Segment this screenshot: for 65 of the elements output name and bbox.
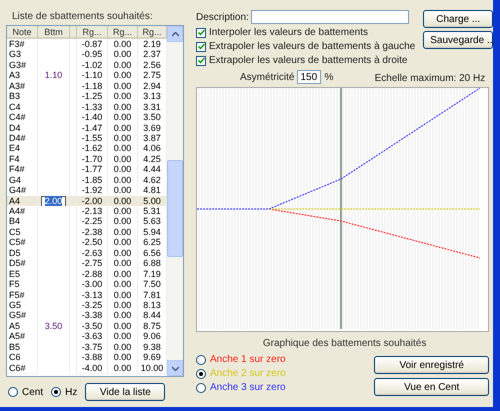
- scroll-down-icon[interactable]: [167, 360, 183, 376]
- table-row[interactable]: F5# -3.13 0.00 7.81: [7, 290, 167, 300]
- table-row[interactable]: C5 -2.38 0.00 5.94: [7, 226, 167, 238]
- unit-radio[interactable]: Cent: [8, 386, 44, 398]
- file-button[interactable]: Charge ...: [423, 10, 494, 28]
- scroll-thumb[interactable]: [167, 160, 183, 257]
- table-row[interactable]: A4# -2.13 0.00 5.31: [7, 206, 167, 216]
- table-row[interactable]: F3# -0.87 0.00 2.19: [7, 39, 167, 50]
- table-row[interactable]: G3 -0.95 0.00 2.37: [7, 49, 167, 60]
- table-row[interactable]: A3# -1.18 0.00 2.94: [7, 80, 167, 92]
- table-row[interactable]: F5 -3.00 0.00 7.50: [7, 279, 167, 290]
- table-row[interactable]: A5# -3.63 0.00 9.06: [7, 331, 167, 342]
- column-header[interactable]: Rg...: [77, 26, 108, 39]
- option-checkbox[interactable]: Extrapoler les valeurs de battements à droite: [196, 55, 416, 66]
- list-title: Liste de sbattements souhaités:: [12, 11, 154, 22]
- table-row[interactable]: E5 -2.88 0.00 7.19: [7, 268, 167, 280]
- table-cell: -4.00: [77, 362, 108, 374]
- table-row[interactable]: G4# -1.92 0.00 4.81: [7, 185, 167, 196]
- table-cell: C6#: [7, 362, 38, 374]
- column-header[interactable]: Rg...: [108, 26, 138, 39]
- view-button[interactable]: Voir enregistré: [374, 356, 490, 374]
- table-row[interactable]: C6 -3.88 0.00 9.69: [7, 352, 167, 363]
- view-button[interactable]: Vue en Cent: [374, 378, 490, 396]
- column-header: [70, 26, 77, 39]
- table-row[interactable]: C4# -1.40 0.00 3.50: [7, 112, 167, 122]
- table-row[interactable]: D4# -1.55 0.00 3.87: [7, 132, 167, 144]
- table-row[interactable]: D5 -2.63 0.00 6.56: [7, 248, 167, 258]
- clear-list-button[interactable]: Vide la liste: [85, 383, 166, 401]
- reed-radio[interactable]: Anche 3 sur zero: [196, 382, 286, 393]
- table-row[interactable]: A3 1.10 -1.10 0.00 2.75: [7, 70, 167, 81]
- asymmetry-field[interactable]: 150: [297, 70, 322, 84]
- table-row[interactable]: B5 -3.75 0.00 9.38: [7, 342, 167, 352]
- unit-radio[interactable]: Hz: [51, 386, 78, 398]
- table-row[interactable]: G5# -3.38 0.00 8.44: [7, 310, 167, 321]
- table-row[interactable]: C4 -1.33 0.00 3.31: [7, 102, 167, 112]
- scale-label: Echelle maximum: 20 Hz: [374, 73, 486, 84]
- file-button[interactable]: Sauvegarde ...: [423, 31, 494, 49]
- table-row[interactable]: C5# -2.50 0.00 6.25: [7, 237, 167, 248]
- table-row[interactable]: E4 -1.62 0.00 4.06: [7, 143, 167, 154]
- option-checkbox[interactable]: Extrapoler les valeurs de battements à gauche: [196, 41, 416, 52]
- description-field[interactable]: [250, 10, 409, 24]
- column-header[interactable]: Note: [7, 26, 38, 39]
- table-row[interactable]: B4 -2.25 0.00 5.63: [7, 216, 167, 227]
- cell-edit-field[interactable]: 2.00: [40, 196, 66, 207]
- percent-label: %: [324, 72, 334, 82]
- table-row[interactable]: D4 -1.47 0.00 3.69: [7, 122, 167, 133]
- table-row[interactable]: A4 2.00 -2.00 0.00 5.00: [7, 196, 167, 206]
- table-row[interactable]: A5 3.50 -3.50 0.00 8.75: [7, 320, 167, 332]
- table-row[interactable]: F4# -1.77 0.00 4.44: [7, 164, 167, 175]
- table-cell: 0.00: [108, 362, 138, 374]
- table-row[interactable]: F4 -1.70 0.00 4.25: [7, 154, 167, 164]
- table-row[interactable]: D5# -2.75 0.00 6.88: [7, 258, 167, 269]
- scrollbar[interactable]: [167, 26, 183, 376]
- table-row[interactable]: C6# -4.00 0.00 10.00: [7, 362, 167, 373]
- column-header[interactable]: Bttm: [38, 26, 70, 39]
- description-label: Description:: [196, 12, 249, 22]
- table-row[interactable]: B3 -1.25 0.00 3.13: [7, 91, 167, 102]
- scroll-up-icon[interactable]: [167, 26, 183, 42]
- table-row[interactable]: G4 -1.85 0.00 4.62: [7, 174, 167, 186]
- asymmetry-label: Asymétricité: [240, 72, 294, 82]
- option-checkbox[interactable]: Interpoler les valeurs de battements: [196, 27, 416, 38]
- column-header[interactable]: Rg...: [138, 26, 167, 39]
- table-row[interactable]: G5 -3.25 0.00 8.13: [7, 300, 167, 310]
- graph-caption: Graphique des battements souhaités: [262, 338, 426, 349]
- table-row[interactable]: G3# -1.02 0.00 2.56: [7, 60, 167, 70]
